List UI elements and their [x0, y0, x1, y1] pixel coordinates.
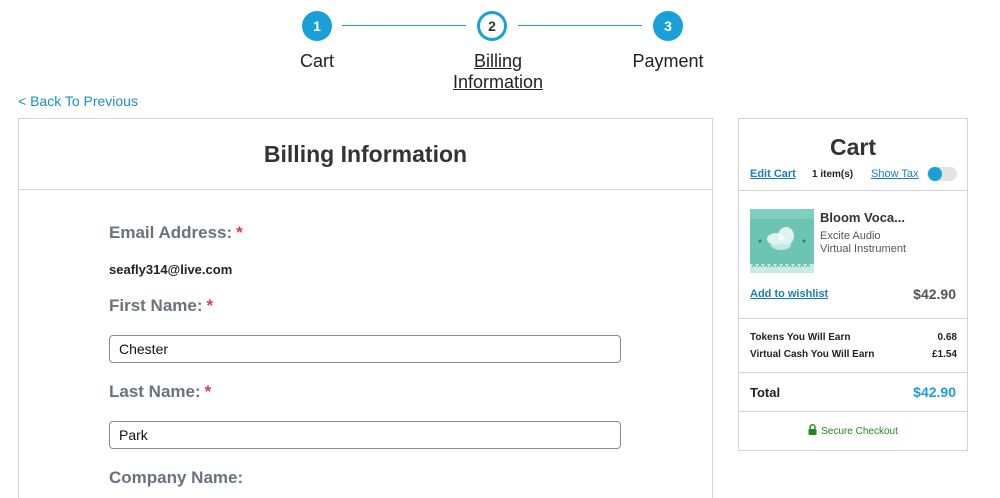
billing-panel: Billing Information Email Address: * seaf… — [18, 118, 713, 498]
first-name-label: First Name: * — [109, 296, 213, 316]
last-name-input[interactable] — [109, 421, 621, 449]
total-label: Total — [750, 385, 781, 400]
tokens-earn-row: Tokens You Will Earn 0.68 — [750, 332, 957, 343]
step-2-label: Billing Information — [432, 51, 564, 93]
product-artwork-icon — [750, 209, 814, 273]
add-to-wishlist-link[interactable]: Add to wishlist — [750, 288, 828, 300]
checkout-stepper: 1 2 3 Cart Billing Information Payment — [0, 0, 1000, 100]
required-mark: * — [204, 382, 212, 401]
product-name[interactable]: Bloom Voca... — [820, 210, 905, 225]
show-tax-toggle[interactable] — [927, 167, 957, 181]
required-mark: * — [206, 296, 214, 315]
billing-header: Billing Information — [19, 119, 712, 190]
product-thumbnail[interactable] — [750, 209, 814, 273]
vcash-earn-row: Virtual Cash You Will Earn £1.54 — [750, 349, 957, 360]
show-tax-link[interactable]: Show Tax — [871, 168, 919, 180]
secure-checkout-note: Secure Checkout — [739, 424, 967, 437]
company-name-label: Company Name: — [109, 468, 243, 488]
step-1-circle[interactable]: 1 — [302, 11, 332, 41]
last-name-label: Last Name: * — [109, 382, 211, 402]
step-2-label-line2: Information — [452, 72, 544, 92]
step-connector-2 — [518, 25, 642, 26]
cart-meta-row: Edit Cart 1 item(s) Show Tax — [750, 167, 957, 183]
product-price: $42.90 — [913, 286, 956, 302]
step-3-label: Payment — [632, 51, 704, 71]
step-connector-1 — [342, 25, 466, 26]
cart-divider — [739, 318, 967, 319]
cart-divider — [739, 190, 967, 191]
email-label: Email Address: * — [109, 223, 243, 243]
vcash-earn-value: £1.54 — [931, 349, 957, 360]
email-label-text: Email Address: — [109, 223, 233, 242]
last-name-label-text: Last Name: — [109, 382, 201, 401]
tokens-earn-label: Tokens You Will Earn — [750, 332, 851, 343]
email-value: seafly314@live.com — [109, 262, 233, 277]
step-2-label-line1: Billing — [473, 51, 523, 71]
billing-title: Billing Information — [263, 140, 468, 167]
vcash-earn-label: Virtual Cash You Will Earn — [750, 349, 875, 360]
product-brand: Excite Audio — [820, 230, 881, 242]
toggle-knob — [928, 167, 942, 181]
cart-divider — [739, 372, 967, 373]
secure-checkout-label: Secure Checkout — [821, 426, 898, 437]
step-3-circle: 3 — [653, 11, 683, 41]
required-mark: * — [236, 223, 243, 242]
first-name-input[interactable] — [109, 335, 621, 363]
cart-item-count: 1 item(s) — [812, 169, 854, 180]
tokens-earn-value: 0.68 — [937, 332, 957, 343]
lock-icon — [808, 424, 817, 435]
step-1-label[interactable]: Cart — [267, 51, 367, 72]
cart-summary-panel: Cart Edit Cart 1 item(s) Show Tax Bloom … — [738, 118, 968, 451]
cart-title: Cart — [829, 134, 876, 160]
cart-divider — [739, 411, 967, 412]
product-type: Virtual Instrument — [820, 243, 907, 255]
first-name-label-text: First Name: — [109, 296, 203, 315]
company-name-label-text: Company Name: — [109, 468, 244, 487]
total-value: $42.90 — [913, 384, 956, 400]
step-2-circle: 2 — [477, 11, 507, 41]
back-to-previous-link[interactable]: < Back To Previous — [18, 93, 138, 109]
edit-cart-link[interactable]: Edit Cart — [750, 168, 796, 180]
